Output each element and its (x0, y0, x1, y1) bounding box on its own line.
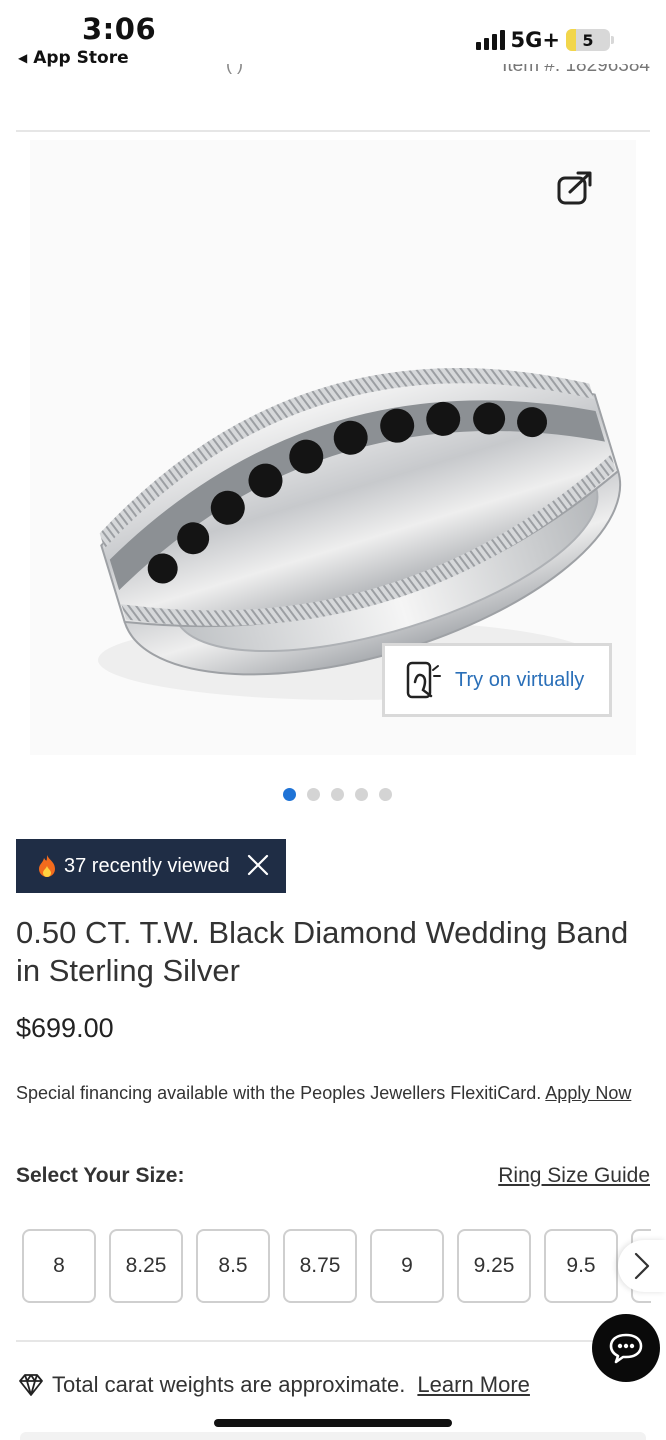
battery-icon: 5 (566, 29, 610, 51)
share-icon[interactable] (556, 170, 594, 206)
gallery-dot[interactable] (283, 788, 296, 801)
size-option[interactable]: 8.25 (109, 1229, 183, 1303)
size-option[interactable]: 8.75 (283, 1229, 357, 1303)
financing-note: Special financing available with the Peo… (16, 1079, 646, 1107)
close-icon[interactable] (246, 853, 270, 877)
rating-remnant: ( ) (226, 64, 243, 74)
recently-viewed-banner: 37 recently viewed (16, 839, 286, 893)
item-number: Item #: 18296384 (502, 64, 650, 76)
financing-text: Special financing available with the Peo… (16, 1083, 542, 1103)
gallery-dot[interactable] (355, 788, 368, 801)
virtual-try-on-icon (406, 661, 441, 699)
product-title: 0.50 CT. T.W. Black Diamond Wedding Band… (16, 915, 629, 988)
chevron-right-icon (634, 1252, 650, 1280)
recently-viewed-text: 37 recently viewed (64, 854, 230, 877)
battery-level: 5 (582, 30, 594, 50)
size-scroll-next-button[interactable] (618, 1240, 666, 1292)
status-indicators: 5G+ 5 (475, 28, 614, 52)
size-option[interactable]: 9 (370, 1229, 444, 1303)
signal-icon (475, 30, 505, 50)
gallery-dot[interactable] (307, 788, 320, 801)
diamond-icon (19, 1374, 43, 1396)
divider (16, 130, 650, 132)
chat-button[interactable] (592, 1314, 660, 1382)
chat-icon (609, 1333, 643, 1364)
carat-weight-note: Total carat weights are approximate. Lea… (18, 1372, 530, 1398)
scrolled-header: ( ) Item #: 18296384 (0, 64, 666, 86)
size-option[interactable]: 8.5 (196, 1229, 270, 1303)
size-option[interactable]: 9.5 (544, 1229, 618, 1303)
learn-more-link[interactable]: Learn More (417, 1372, 530, 1398)
try-on-virtually-button[interactable]: Try on virtually (382, 643, 612, 717)
size-option[interactable]: 8 (22, 1229, 96, 1303)
size-option[interactable]: 9.25 (457, 1229, 531, 1303)
gallery-dot[interactable] (379, 788, 392, 801)
divider (16, 1340, 650, 1342)
next-section-edge (20, 1432, 646, 1440)
apply-now-link[interactable]: Apply Now (545, 1083, 631, 1103)
network-type: 5G+ (510, 28, 560, 52)
flame-icon (39, 855, 55, 877)
gallery-pagination (283, 788, 392, 801)
back-triangle-icon: ◀ (18, 51, 28, 65)
home-indicator (214, 1419, 452, 1427)
status-time: 3:06 (82, 12, 157, 46)
gallery-dot[interactable] (331, 788, 344, 801)
size-options: 8 8.25 8.5 8.75 9 9.25 9.5 (22, 1229, 618, 1303)
size-label: Select Your Size: (16, 1164, 185, 1187)
ring-size-guide-link[interactable]: Ring Size Guide (498, 1164, 650, 1188)
product-price: $699.00 (16, 1013, 114, 1043)
try-on-label: Try on virtually (455, 668, 585, 691)
carat-note-text: Total carat weights are approximate. (52, 1372, 406, 1397)
